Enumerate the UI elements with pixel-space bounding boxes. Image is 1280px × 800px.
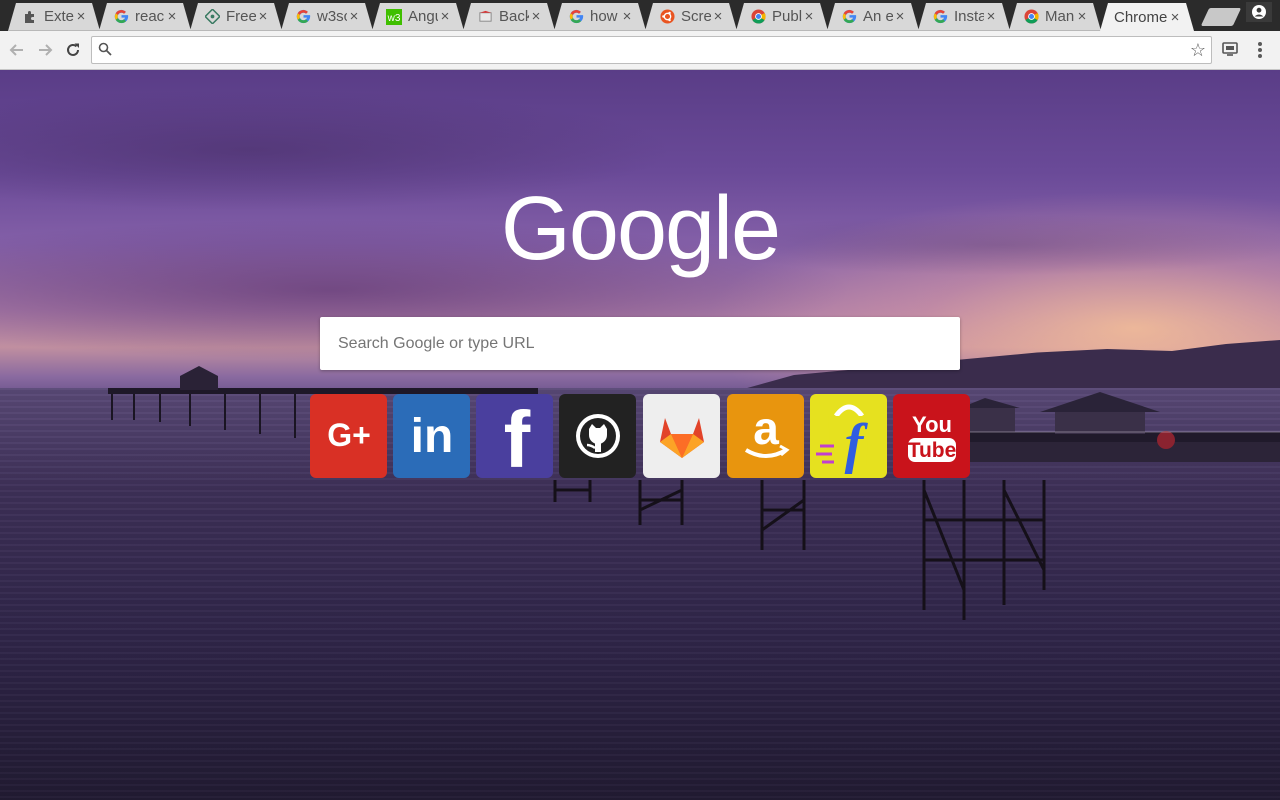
browser-tab-5[interactable]: Back × (463, 3, 555, 31)
close-icon[interactable]: × (711, 8, 725, 25)
close-icon[interactable]: × (1168, 9, 1182, 26)
close-icon[interactable]: × (529, 8, 543, 25)
profile-icon (1252, 5, 1266, 19)
close-icon[interactable]: × (165, 8, 179, 25)
profile-button[interactable] (1246, 2, 1272, 22)
browser-tab-6[interactable]: how × (554, 3, 646, 31)
youtube-icon: You Tube (900, 404, 964, 468)
freecodecamp-icon (204, 9, 220, 25)
flipkart-icon: f (814, 396, 884, 476)
puzzle-icon (22, 9, 38, 25)
close-icon[interactable]: × (984, 8, 998, 25)
new-tab-button[interactable] (1200, 8, 1242, 26)
reload-button[interactable] (62, 39, 84, 61)
shortcut-gitlab[interactable] (643, 394, 720, 478)
chrome-icon (1023, 9, 1039, 25)
browser-tab-3[interactable]: w3sc× (281, 3, 373, 31)
browser-tab-4[interactable]: w3 Angu× (372, 3, 464, 31)
close-icon[interactable]: × (802, 8, 816, 25)
svg-text:in: in (410, 410, 453, 463)
tab-title: Free (226, 8, 256, 25)
back-arrow-icon (9, 44, 23, 56)
google-g-icon (295, 9, 311, 25)
reload-icon (67, 43, 79, 56)
svg-text:Tube: Tube (907, 439, 956, 462)
browser-tab-12[interactable]: Chrome × (1100, 3, 1194, 31)
google-logo: Google (500, 179, 781, 279)
w3-icon: w3 (386, 9, 402, 25)
close-icon[interactable]: × (438, 8, 452, 25)
bookmark-star-icon[interactable]: ☆ (1190, 40, 1206, 61)
browser-tab-11[interactable]: Man × (1009, 3, 1101, 31)
tab-title: reac (135, 8, 165, 25)
tab-title: Exte (44, 8, 74, 25)
close-icon[interactable]: × (74, 8, 88, 25)
tab-title: w3sc (317, 8, 344, 25)
google-g-icon (568, 9, 584, 25)
browser-tab-1[interactable]: reac × (99, 3, 191, 31)
amazon-icon: a (738, 406, 794, 466)
github-icon (573, 411, 623, 461)
google-g-icon (841, 9, 857, 25)
tab-title: Angu (408, 8, 435, 25)
facebook-icon: f (487, 401, 543, 471)
shortcut-google-plus[interactable]: G+G+ (310, 394, 387, 478)
close-icon[interactable]: × (893, 8, 907, 25)
browser-tab-0[interactable]: Exte × (8, 3, 100, 31)
tab-title: Publ (772, 8, 802, 25)
browser-toolbar: ☆ (0, 31, 1280, 70)
search-icon (98, 42, 112, 56)
close-icon[interactable]: × (1075, 8, 1089, 25)
shortcut-linkedin[interactable]: inin (393, 394, 470, 478)
ubuntu-icon (659, 9, 675, 25)
search-box[interactable] (320, 317, 960, 370)
tab-strip: Exte×reac×Free×w3sc×w3Angu×Back×how×Scre… (0, 0, 1280, 31)
back-button[interactable] (6, 39, 28, 61)
tab-title: Insta (954, 8, 984, 25)
tab-title: Scre (681, 8, 711, 25)
google-plus-icon: G+ (319, 416, 379, 456)
svg-text:w3: w3 (387, 13, 401, 24)
browser-tab-2[interactable]: Free × (190, 3, 282, 31)
browser-tab-8[interactable]: Publ × (736, 3, 828, 31)
gitlab-icon (656, 412, 708, 460)
svg-text:f: f (503, 401, 530, 471)
tile-glyph: G+ (327, 417, 371, 453)
shortcut-github[interactable] (559, 394, 636, 478)
shortcut-flipkart[interactable]: ff (810, 394, 887, 478)
browser-tab-10[interactable]: Insta × (918, 3, 1010, 31)
tab-title: Back (499, 8, 529, 25)
omnibox[interactable]: ☆ (91, 36, 1212, 64)
google-g-icon (113, 9, 129, 25)
tab-title: Chrome (1114, 8, 1168, 26)
close-icon[interactable]: × (256, 8, 270, 25)
forward-button[interactable] (34, 39, 56, 61)
google-g-icon (932, 9, 948, 25)
tab-title: how (590, 8, 618, 25)
forward-arrow-icon (39, 44, 53, 56)
close-icon[interactable]: × (620, 8, 634, 25)
svg-text:a: a (753, 406, 779, 454)
browser-tab-7[interactable]: Scre × (645, 3, 737, 31)
tab-title: Man (1045, 8, 1075, 25)
shortcut-facebook[interactable]: ff (476, 394, 553, 478)
shortcut-amazon[interactable]: aa (727, 394, 804, 478)
cast-icon[interactable] (1222, 41, 1240, 62)
close-icon[interactable]: × (347, 8, 361, 25)
linkedin-icon: in (404, 408, 460, 464)
back-icon (477, 9, 493, 25)
new-tab-page: Google G+G+ininffaaffYouTubeYou Tube (0, 70, 1280, 800)
tab-title: An e (863, 8, 893, 25)
chrome-icon (750, 9, 766, 25)
shortcut-youtube[interactable]: YouTubeYou Tube (893, 394, 970, 478)
search-input[interactable] (336, 333, 960, 354)
svg-text:You: You (912, 412, 952, 437)
menu-button[interactable] (1256, 40, 1264, 60)
browser-tab-9[interactable]: An e × (827, 3, 919, 31)
